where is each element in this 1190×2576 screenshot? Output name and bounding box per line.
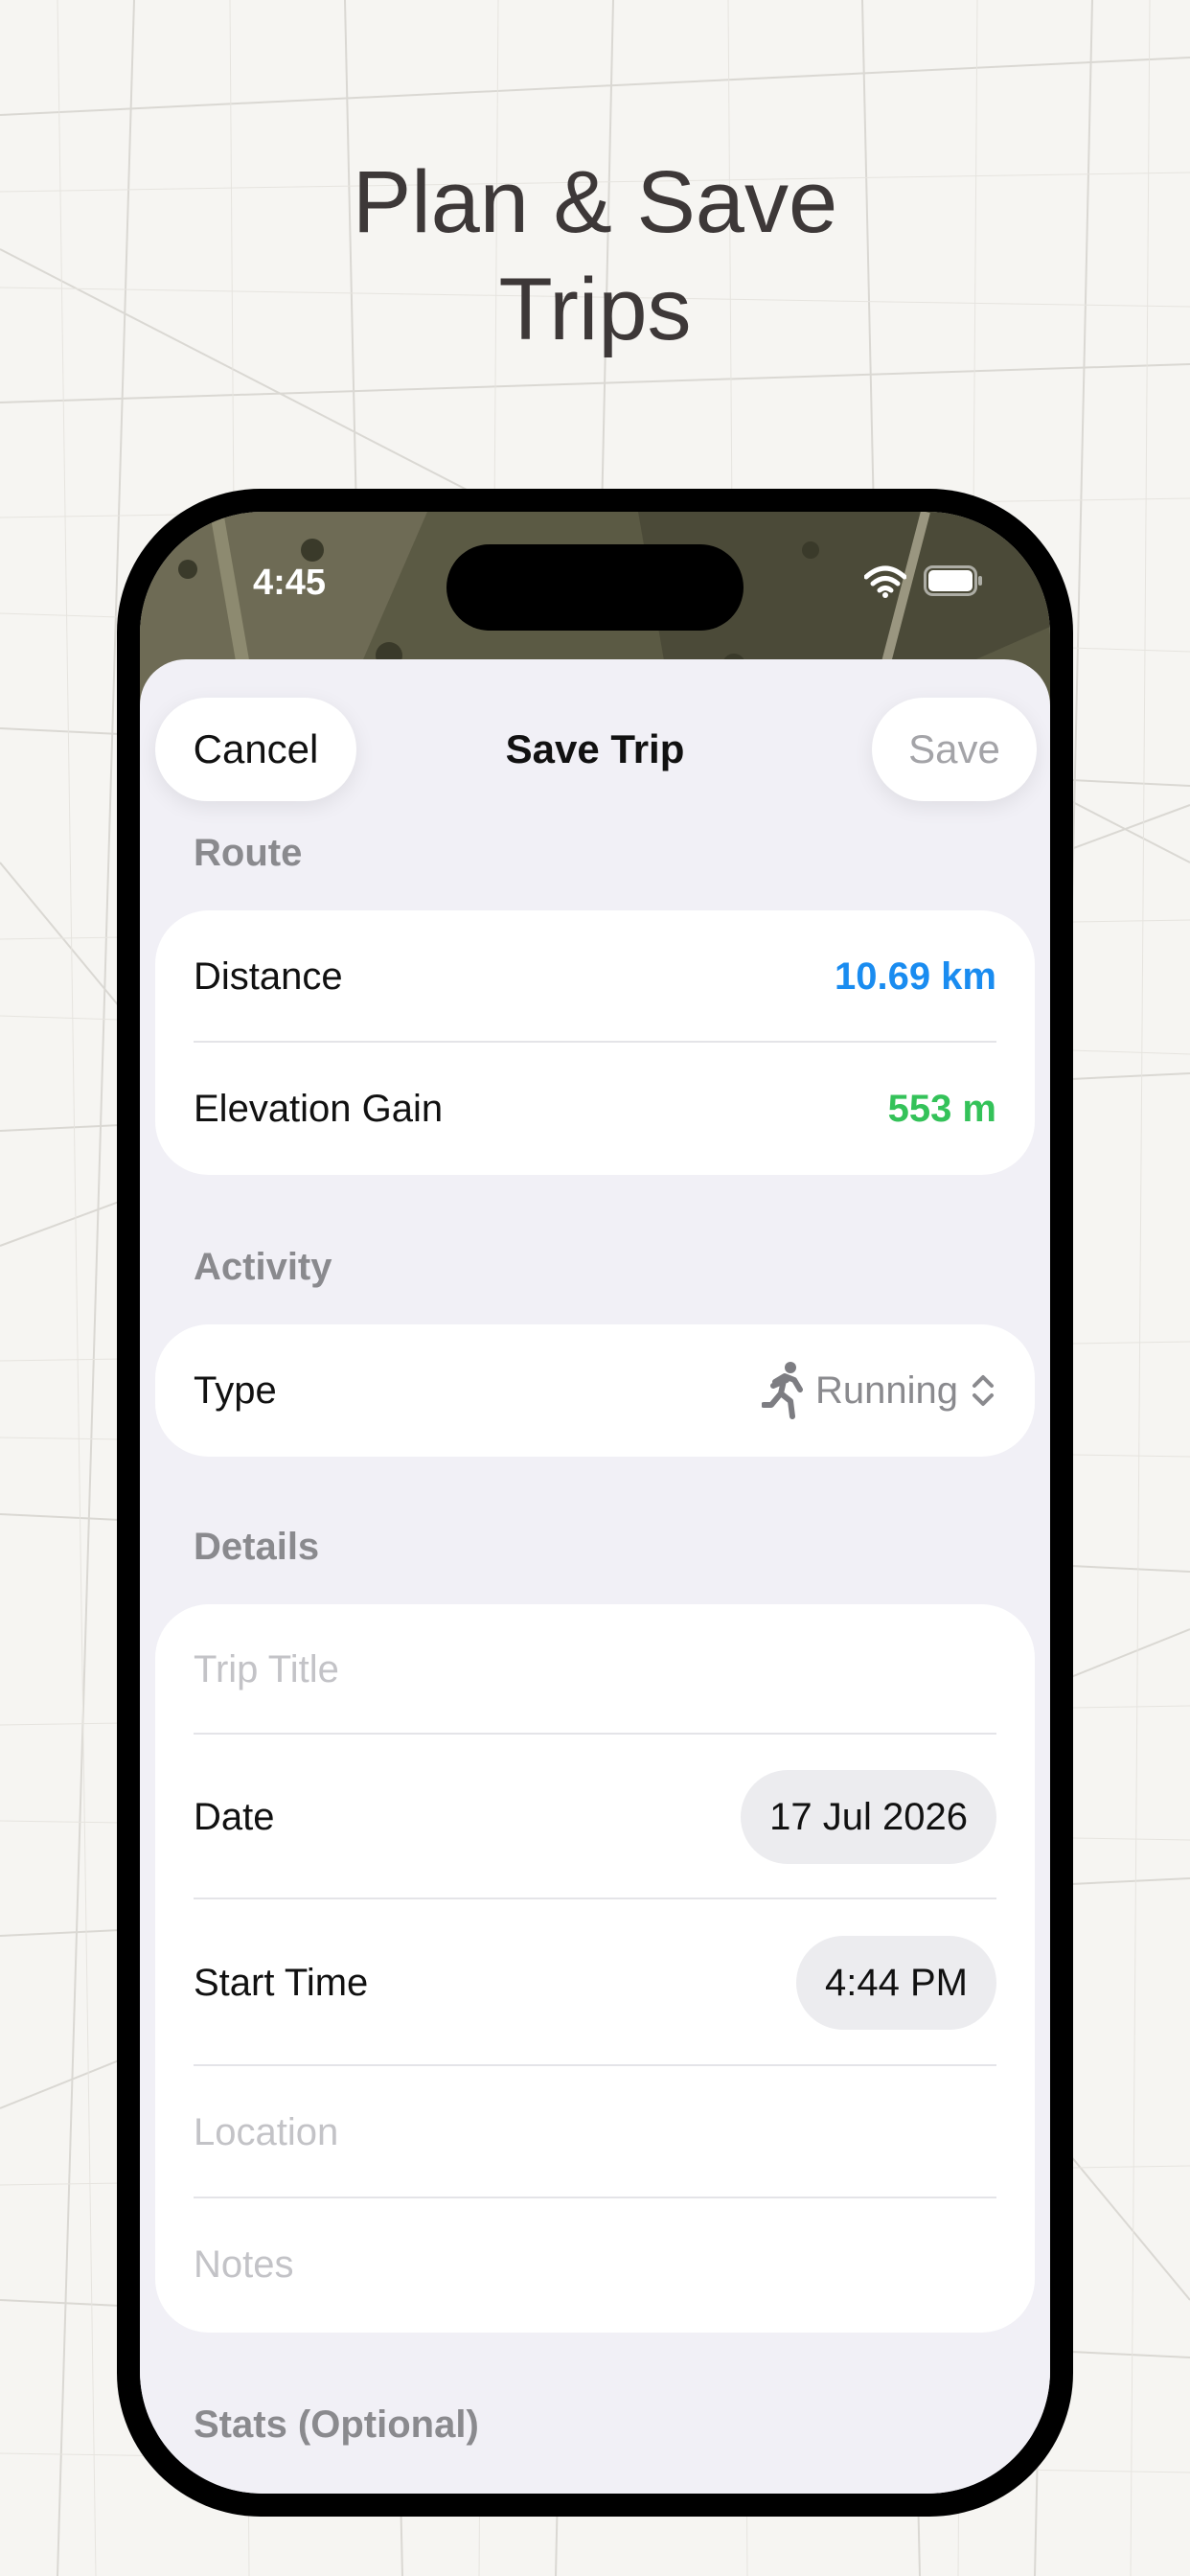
- status-bar: 4:45: [140, 512, 1050, 656]
- marketing-headline: Plan & Save Trips: [0, 149, 1190, 363]
- elevation-label: Elevation Gain: [194, 1088, 444, 1130]
- route-card: Distance 10.69 km Elevation Gain 553 m: [155, 910, 1035, 1175]
- start-time-picker-button[interactable]: 4:44 PM: [796, 1936, 996, 2030]
- save-button[interactable]: Save: [872, 698, 1037, 801]
- section-header-stats: Stats (Optional): [194, 2404, 479, 2446]
- elevation-row: Elevation Gain 553 m: [155, 1043, 1035, 1175]
- trip-title-row[interactable]: Trip Title: [155, 1604, 1035, 1735]
- activity-card: Type Running: [155, 1324, 1035, 1457]
- section-header-activity: Activity: [194, 1246, 332, 1288]
- date-label: Date: [194, 1796, 275, 1838]
- type-label: Type: [194, 1369, 277, 1412]
- phone-screen: 4:45 Cancel Save Trip Save Route Distanc…: [140, 512, 1050, 2494]
- activity-type-value: Running: [814, 1368, 958, 1412]
- details-card: Trip Title Date 17 Jul 2026 Start Time 4…: [155, 1604, 1035, 2333]
- save-trip-sheet: Cancel Save Trip Save Route Distance 10.…: [140, 659, 1050, 2494]
- distance-row: Distance 10.69 km: [155, 910, 1035, 1043]
- date-row: Date 17 Jul 2026: [155, 1735, 1035, 1899]
- headline-line-1: Plan & Save: [352, 153, 838, 251]
- notes-row[interactable]: Notes: [155, 2198, 1035, 2331]
- phone-frame: 4:45 Cancel Save Trip Save Route Distanc…: [117, 489, 1073, 2517]
- running-figure-icon: [761, 1362, 803, 1419]
- headline-line-2: Trips: [498, 261, 692, 358]
- elevation-value: 553 m: [887, 1088, 996, 1130]
- notes-field[interactable]: Notes: [194, 2198, 294, 2331]
- distance-value: 10.69 km: [834, 955, 996, 998]
- status-time: 4:45: [253, 563, 327, 603]
- date-picker-button[interactable]: 17 Jul 2026: [741, 1770, 996, 1864]
- battery-icon: [924, 565, 982, 596]
- location-row[interactable]: Location: [155, 2066, 1035, 2198]
- activity-type-picker[interactable]: Running: [761, 1324, 996, 1457]
- section-header-details: Details: [194, 1526, 320, 1568]
- dynamic-island: [446, 544, 744, 631]
- distance-label: Distance: [194, 955, 343, 998]
- wifi-icon: [864, 565, 906, 598]
- start-time-row: Start Time 4:44 PM: [155, 1899, 1035, 2066]
- trip-title-field[interactable]: Trip Title: [194, 1604, 339, 1735]
- section-header-route: Route: [194, 832, 303, 874]
- chevron-up-down-icon: [973, 1375, 994, 1406]
- location-field[interactable]: Location: [194, 2066, 338, 2198]
- activity-type-row[interactable]: Type Running: [155, 1324, 1035, 1457]
- start-time-label: Start Time: [194, 1962, 369, 2004]
